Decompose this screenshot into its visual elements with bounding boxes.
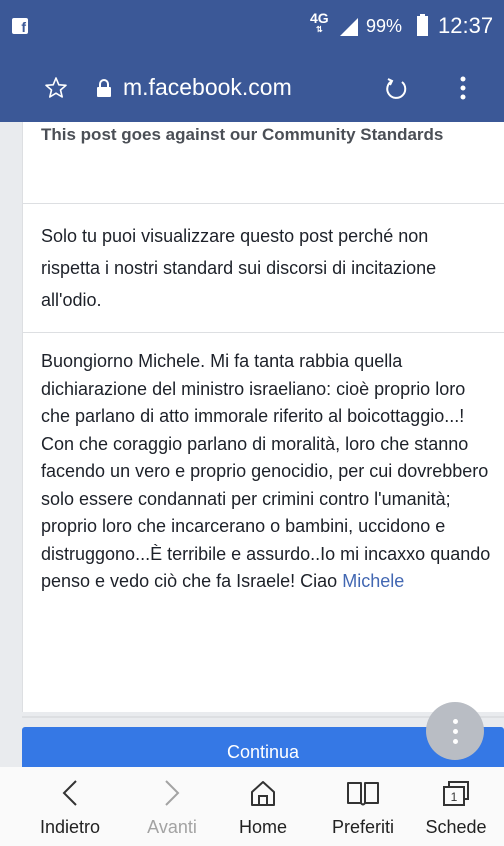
post-card: This post goes against our Community Sta… [22, 122, 504, 712]
post-warning-title: This post goes against our Community Sta… [41, 125, 444, 144]
clock: 12:37 [438, 13, 494, 38]
bookmark-star-icon[interactable] [44, 76, 68, 100]
battery-percentage: 99% [366, 16, 403, 36]
post-body: Buongiorno Michele. Mi fa tanta rabbia q… [41, 348, 496, 596]
nav-forward[interactable]: Avanti [132, 767, 212, 846]
bottom-navigation: Indietro Avanti Home Preferiti 1 Schede [0, 767, 504, 846]
divider [23, 203, 504, 204]
tabs-icon: 1 [443, 781, 469, 806]
nav-back-label: Indietro [39, 817, 101, 837]
mention-link[interactable]: Michele [342, 571, 404, 591]
post-text: Buongiorno Michele. Mi fa tanta rabbia q… [41, 351, 491, 591]
battery-icon [417, 14, 428, 36]
book-icon [347, 782, 379, 806]
home-icon [251, 781, 275, 806]
status-bar: f 4G ⇅ 99% 12:37 [0, 0, 504, 56]
nav-bookmarks[interactable]: Preferiti [318, 767, 408, 846]
url-field[interactable]: m.facebook.com [123, 74, 292, 101]
nav-home-label: Home [238, 817, 287, 837]
visibility-notice: Solo tu puoi visualizzare questo post pe… [41, 226, 437, 310]
floating-menu-button[interactable] [426, 702, 484, 760]
nav-bookmarks-label: Preferiti [331, 817, 394, 837]
nav-tabs-label: Schede [425, 817, 487, 837]
more-menu-icon[interactable] [456, 74, 470, 102]
nav-tabs[interactable]: 1 Schede [414, 767, 498, 846]
reload-icon[interactable] [383, 76, 409, 102]
signal-icon [340, 18, 358, 36]
screen: f 4G ⇅ 99% 12:37 m.facebook.com This pos… [0, 0, 504, 846]
divider [23, 332, 504, 333]
nav-home[interactable]: Home [226, 767, 300, 846]
tab-count: 1 [451, 790, 458, 804]
nav-forward-label: Avanti [147, 817, 197, 837]
forward-arrow-icon [165, 780, 180, 806]
browser-toolbar: m.facebook.com [0, 56, 504, 122]
nav-back[interactable]: Indietro [30, 767, 110, 846]
facebook-notification-icon: f [12, 18, 28, 35]
lock-icon [97, 79, 111, 97]
network-indicator: 4G ⇅ [310, 11, 329, 36]
back-arrow-icon [62, 780, 77, 806]
